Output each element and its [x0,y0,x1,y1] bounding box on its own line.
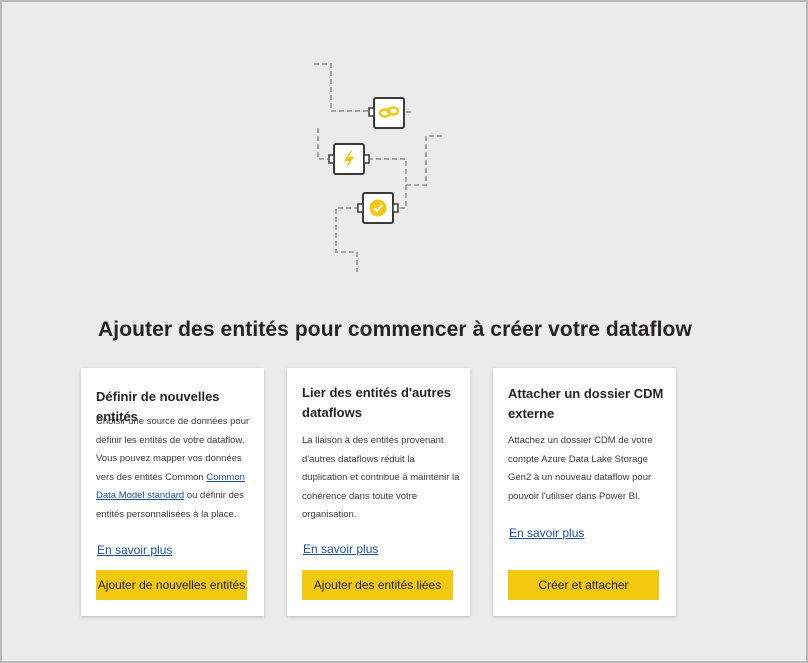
dataflow-illustration [314,63,442,272]
card-description: Choisir une source de données pour défin… [96,413,254,525]
page-frame: Ajouter des entités pour commencer à cré… [0,0,808,663]
card-link-entities: Lier des entités d'autres dataflows La l… [287,368,470,616]
learn-more-link[interactable]: En savoir plus [303,542,378,556]
lightning-icon [328,143,370,175]
create-and-attach-button[interactable]: Créer et attacher [508,570,659,600]
card-description: La liaison à des entités provenant d'aut… [302,435,460,521]
card-define-new-entities: Définir de nouvelles entités Choisir une… [81,368,264,616]
card-title: Lier des entités d'autres dataflows [302,385,452,420]
learn-more-link[interactable]: En savoir plus [97,543,172,557]
learn-more-link[interactable]: En savoir plus [509,526,584,540]
card-description: Attachez un dossier CDM de votre compte … [508,435,653,502]
add-linked-entities-button[interactable]: Ajouter des entités liées [302,570,453,600]
badge-check-icon [357,192,399,224]
card-attach-cdm-folder: Attacher un dossier CDM externe Attachez… [493,368,676,616]
page-heading: Ajouter des entités pour commencer à cré… [98,318,692,341]
add-new-entities-button[interactable]: Ajouter de nouvelles entités [96,570,247,600]
card-title: Attacher un dossier CDM externe [508,386,664,421]
link-icon [368,97,405,129]
